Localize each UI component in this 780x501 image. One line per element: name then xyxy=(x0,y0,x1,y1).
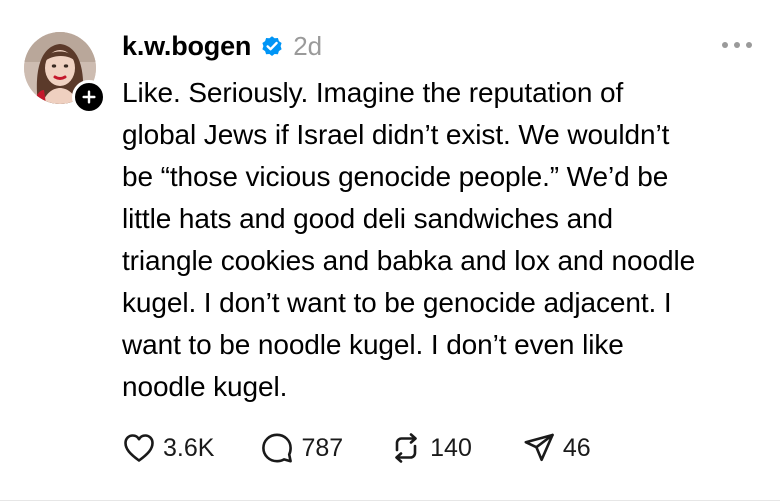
action-bar: 3.6K 787 140 46 xyxy=(122,428,591,468)
reply-count: 787 xyxy=(301,433,344,462)
verified-badge-icon xyxy=(260,34,284,58)
like-count: 3.6K xyxy=(163,433,215,462)
share-button[interactable]: 46 xyxy=(522,431,591,465)
post-body-line: triangle cookies and babka and lox and n… xyxy=(122,245,696,276)
like-button[interactable]: 3.6K xyxy=(122,431,214,465)
username[interactable]: k.w.bogen xyxy=(122,31,251,62)
post-body: Like. Seriously. Imagine the reputation … xyxy=(122,72,767,408)
post-body-line: Like. Seriously. Imagine the reputation … xyxy=(122,77,624,108)
post-header: k.w.bogen 2d xyxy=(122,28,322,64)
follow-button[interactable] xyxy=(72,80,106,114)
post-body-line: be “those vicious genocide people.” We’d… xyxy=(122,161,669,192)
thread-post: k.w.bogen 2d Like. Seriously. Imagine th… xyxy=(0,0,780,501)
avatar-container[interactable] xyxy=(24,32,106,114)
post-body-line: global Jews if Israel didn’t exist. We w… xyxy=(122,119,670,150)
post-body-line: little hats and good deli sandwiches and xyxy=(122,203,614,234)
post-body-line: kugel. I don’t want to be genocide adjac… xyxy=(122,287,672,318)
plus-icon xyxy=(82,90,96,104)
more-dot xyxy=(734,42,740,48)
send-icon xyxy=(522,431,556,465)
repost-icon xyxy=(389,431,423,465)
share-count: 46 xyxy=(562,433,591,462)
heart-icon xyxy=(122,431,156,465)
more-dot xyxy=(722,42,728,48)
more-dot xyxy=(746,42,752,48)
more-options-icon[interactable] xyxy=(722,38,752,52)
post-timestamp[interactable]: 2d xyxy=(293,31,322,62)
reply-button[interactable]: 787 xyxy=(260,431,343,465)
repost-button[interactable]: 140 xyxy=(389,431,472,465)
comment-icon xyxy=(260,431,294,465)
post-body-line: want to be noodle kugel. I don’t even li… xyxy=(122,329,624,360)
post-body-line: noodle kugel. xyxy=(122,371,288,402)
repost-count: 140 xyxy=(430,433,472,462)
